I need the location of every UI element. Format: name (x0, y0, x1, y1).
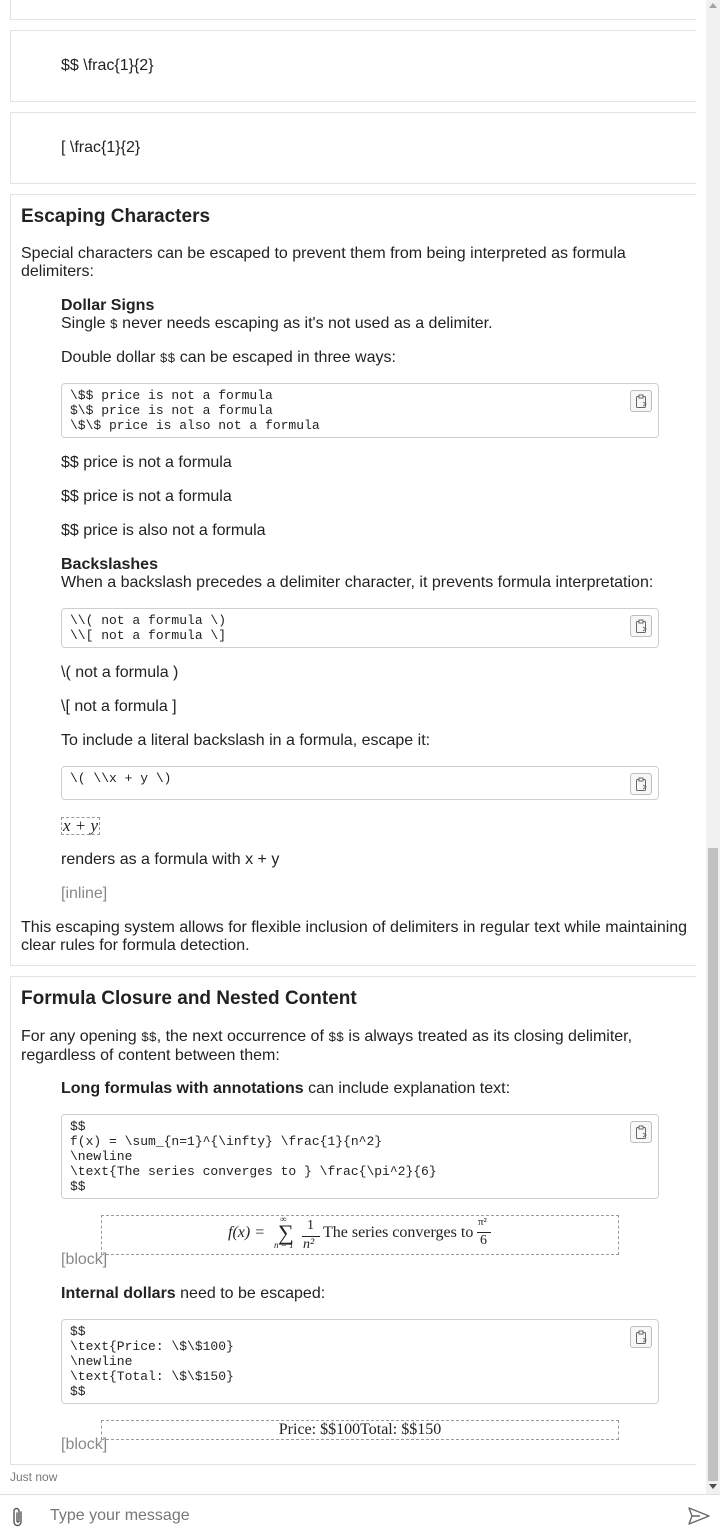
internal-dollars-text: Internal dollars need to be escaped: (61, 1285, 326, 1302)
escaping-characters-card: Escaping Characters Special characters c… (10, 194, 696, 966)
code-block: $$ \text{Price: \$\$100} \newline \text{… (61, 1319, 659, 1404)
message-composer (0, 1494, 720, 1536)
clipboard-icon (636, 777, 647, 791)
annotation-text: The series converges to (323, 1224, 474, 1241)
previous-card-bottom (10, 0, 696, 20)
chat-scroll-area[interactable]: $$ \frac{1}{2} [ \frac{1}{2} Escaping Ch… (0, 0, 706, 1494)
copy-code-button[interactable] (630, 390, 652, 412)
backslashes-title: Backslashes (61, 556, 158, 573)
rendered-inline-formula: x + y (61, 816, 101, 835)
escaped-result: $$ price is also not a formula (61, 522, 266, 539)
clipboard-icon (636, 619, 647, 633)
rendered-block-formula: Price: $$100Total: $$150 (101, 1420, 619, 1440)
message-timestamp: Just now (10, 1470, 58, 1484)
scroll-up-arrow-icon[interactable] (709, 3, 717, 8)
dollar-signs-title: Dollar Signs (61, 297, 155, 314)
escaped-result: $$ price is not a formula (61, 454, 232, 471)
clipboard-icon (636, 394, 647, 408)
escaped-result: \[ not a formula ] (61, 698, 177, 715)
copy-code-button[interactable] (630, 1326, 652, 1348)
intro-paragraph: Special characters can be escaped to pre… (21, 245, 626, 280)
fraction-numerator: 1 (307, 1218, 314, 1233)
renders-as-text: renders as a formula with x + y (61, 851, 280, 868)
vertical-scrollbar[interactable] (706, 0, 720, 1494)
copy-code-button[interactable] (630, 615, 652, 637)
inline-tag: [inline] (61, 885, 108, 902)
copy-code-button[interactable] (630, 1121, 652, 1143)
escaped-result: \( not a formula ) (61, 664, 179, 681)
block-tag: [block] (61, 1436, 108, 1453)
escaped-result: $$ price is not a formula (61, 488, 232, 505)
pi-numerator: π² (478, 1216, 487, 1228)
backslash-desc: When a backslash precedes a delimiter ch… (61, 574, 654, 591)
code-block: $$ f(x) = \sum_{n=1}^{\infty} \frac{1}{n… (61, 1114, 659, 1199)
raw-formula-text: [ \frac{1}{2} (61, 139, 141, 156)
formula-closure-card: Formula Closure and Nested Content For a… (10, 976, 696, 1465)
formula-lhs: f(x) = (228, 1224, 265, 1241)
block-tag: [block] (61, 1251, 108, 1268)
message-input[interactable] (40, 1501, 670, 1531)
scroll-down-arrow-icon[interactable] (709, 1484, 717, 1489)
formula-card: $$ \frac{1}{2} (10, 30, 696, 102)
paperclip-icon[interactable] (10, 1506, 26, 1528)
single-dollar-text: Single $ never needs escaping as it's no… (61, 315, 493, 332)
scrollbar-thumb[interactable] (708, 848, 718, 1481)
pi-denominator: 6 (480, 1233, 487, 1248)
fraction-denominator: n² (303, 1237, 315, 1252)
intro-paragraph: For any opening $$, the next occurrence … (21, 1028, 633, 1064)
section-heading: Escaping Characters (21, 206, 211, 227)
clipboard-icon (636, 1125, 647, 1139)
formula-card: [ \frac{1}{2} (10, 112, 696, 184)
clipboard-icon (636, 1330, 647, 1344)
raw-formula-text: $$ \frac{1}{2} (61, 57, 154, 74)
literal-backslash-desc: To include a literal backslash in a form… (61, 732, 431, 749)
code-block: \( \\x + y \) (61, 766, 659, 800)
section-heading: Formula Closure and Nested Content (21, 988, 357, 1009)
copy-code-button[interactable] (630, 773, 652, 795)
code-block: \\( not a formula \) \\[ not a formula \… (61, 608, 659, 648)
double-dollar-text: Double dollar $$ can be escaped in three… (61, 349, 396, 366)
send-icon[interactable] (688, 1507, 710, 1525)
outro-paragraph: This escaping system allows for flexible… (21, 919, 688, 954)
code-block: \$$ price is not a formula $\$ price is … (61, 383, 659, 438)
rendered-block-formula: f(x) = ∞ ∑ n = 1 1 n² The series converg… (101, 1214, 619, 1255)
long-formulas-text: Long formulas with annotations can inclu… (61, 1080, 511, 1097)
sum-lower: n = 1 (274, 1240, 294, 1250)
